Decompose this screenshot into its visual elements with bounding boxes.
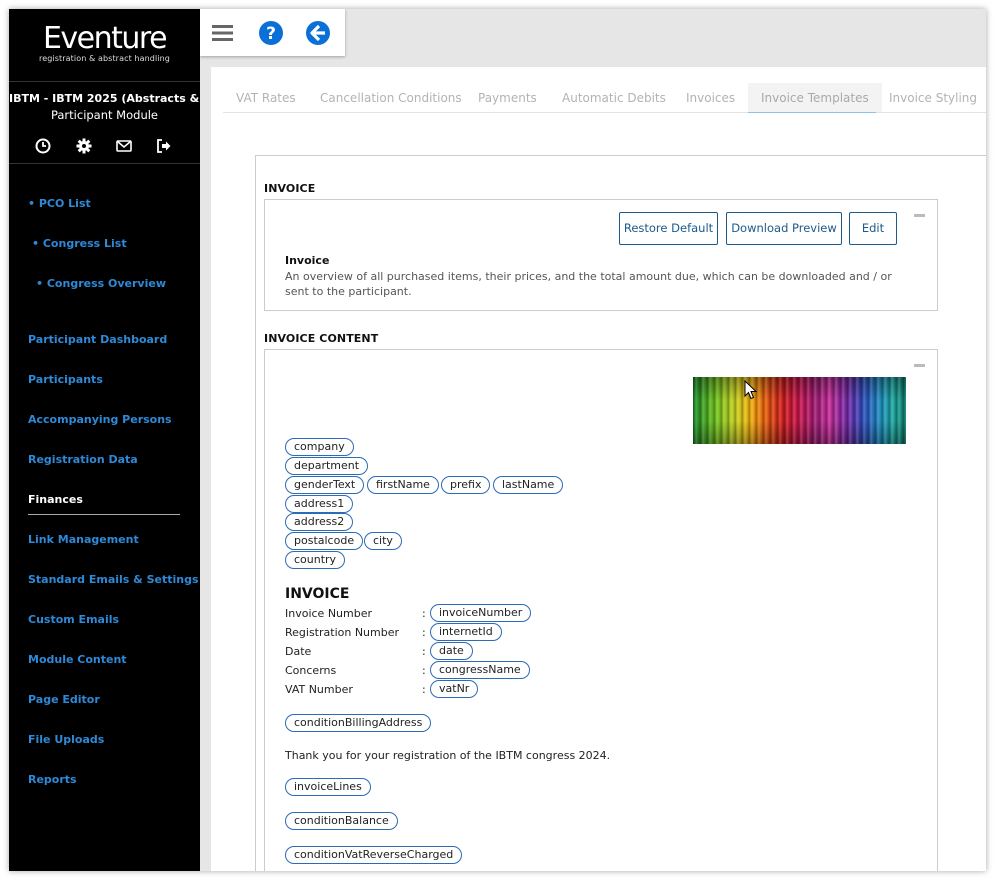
placeholder-tag-congressname[interactable]: congressName — [430, 661, 530, 679]
restore-default-button[interactable]: Restore Default — [619, 212, 718, 245]
placeholder-tag-firstname[interactable]: firstName — [367, 476, 439, 494]
field-colon: : — [422, 607, 426, 620]
logo: Eventure registration & abstract handlin… — [9, 23, 200, 63]
invoice-logo-image — [693, 377, 906, 444]
sidebar-item-registration-data[interactable]: Registration Data — [28, 453, 138, 466]
invoice-item-description: An overview of all purchased items, thei… — [285, 270, 892, 298]
section-title-invoice: INVOICE — [264, 182, 316, 195]
placeholder-tag-address2[interactable]: address2 — [285, 513, 354, 531]
sidebar-item-participants[interactable]: Participants — [28, 373, 103, 386]
invoice-content-box: company department genderText firstName … — [264, 349, 938, 871]
back-arrow-icon[interactable] — [304, 19, 332, 47]
sidebar-item-page-editor[interactable]: Page Editor — [28, 693, 100, 706]
placeholder-tag-invoicenumber[interactable]: invoiceNumber — [430, 604, 532, 622]
sidebar-link-congress-list[interactable]: • Congress List — [32, 237, 127, 250]
field-label-registration-number: Registration Number — [285, 626, 400, 639]
sidebar-item-custom-emails[interactable]: Custom Emails — [28, 613, 119, 626]
divider — [9, 81, 200, 82]
congress-name: IBTM - IBTM 2025 (Abstracts & Par... — [9, 92, 200, 105]
edit-button[interactable]: Edit — [849, 212, 897, 245]
tab-bar: VAT Rates Cancellation Conditions Paymen… — [223, 83, 986, 113]
sidebar-item-link-management[interactable]: Link Management — [28, 533, 139, 546]
placeholder-tag-vatnr[interactable]: vatNr — [430, 680, 479, 698]
tab-automatic-debits[interactable]: Automatic Debits — [549, 83, 679, 113]
thank-you-text: Thank you for your registration of the I… — [285, 749, 611, 762]
placeholder-tag-postalcode[interactable]: postalcode — [285, 532, 364, 550]
app-window: Eventure registration & abstract handlin… — [9, 9, 986, 871]
field-label-concerns: Concerns — [285, 664, 337, 677]
sidebar-item-participant-dashboard[interactable]: Participant Dashboard — [28, 333, 167, 346]
placeholder-tag-internetid[interactable]: internetId — [430, 623, 502, 641]
placeholder-tag-city[interactable]: city — [364, 532, 402, 550]
placeholder-tag-prefix[interactable]: prefix — [441, 476, 491, 494]
svg-text:?: ? — [266, 24, 276, 44]
placeholder-tag-country[interactable]: country — [285, 551, 346, 569]
sidebar-item-finances[interactable]: Finances — [28, 493, 83, 506]
placeholder-tag-date[interactable]: date — [430, 642, 473, 660]
field-label-date: Date — [285, 645, 312, 658]
sidebar: Eventure registration & abstract handlin… — [9, 9, 200, 871]
module-name: Participant Module — [50, 108, 159, 122]
mouse-cursor-icon — [744, 380, 758, 400]
tab-cancellation-conditions[interactable]: Cancellation Conditions — [307, 83, 475, 113]
sidebar-item-accompanying-persons[interactable]: Accompanying Persons — [28, 413, 172, 426]
top-toolbar: ? — [200, 9, 345, 56]
hamburger-menu-icon[interactable] — [209, 19, 237, 47]
help-icon[interactable]: ? — [257, 19, 285, 47]
collapse-icon[interactable] — [914, 364, 925, 367]
content-area: INVOICE Restore Default Download Preview… — [255, 155, 986, 871]
tab-invoice-templates[interactable]: Invoice Templates — [748, 83, 882, 113]
field-colon: : — [422, 664, 426, 677]
sidebar-item-standard-emails-settings[interactable]: Standard Emails & Settings — [28, 573, 199, 586]
placeholder-tag-lastname[interactable]: lastName — [493, 476, 564, 494]
section-title-invoice-content: INVOICE CONTENT — [264, 332, 379, 345]
placeholder-tag-invoice-lines[interactable]: invoiceLines — [285, 778, 371, 796]
placeholder-tag-department[interactable]: department — [285, 457, 369, 475]
main-panel: VAT Rates Cancellation Conditions Paymen… — [211, 67, 986, 871]
field-colon: : — [422, 645, 426, 658]
field-label-vat-number: VAT Number — [285, 683, 353, 696]
active-item-underline — [28, 514, 180, 515]
gear-icon[interactable] — [75, 137, 93, 155]
tab-payments[interactable]: Payments — [465, 83, 550, 113]
field-colon: : — [422, 683, 426, 696]
placeholder-tag-address1[interactable]: address1 — [285, 495, 354, 513]
placeholder-tag-condition-vat-reverse-charged[interactable]: conditionVatReverseCharged — [285, 846, 463, 864]
sidebar-item-file-uploads[interactable]: File Uploads — [28, 733, 104, 746]
logout-icon[interactable] — [155, 137, 173, 155]
envelope-icon[interactable] — [115, 137, 133, 155]
placeholder-tag-condition-balance[interactable]: conditionBalance — [285, 812, 398, 830]
sidebar-link-pco-list[interactable]: • PCO List — [28, 197, 91, 210]
tab-invoice-styling[interactable]: Invoice Styling — [876, 83, 986, 113]
sidebar-item-module-content[interactable]: Module Content — [28, 653, 127, 666]
download-preview-button[interactable]: Download Preview — [726, 212, 842, 245]
field-label-invoice-number: Invoice Number — [285, 607, 373, 620]
sidebar-item-reports[interactable]: Reports — [28, 773, 77, 786]
invoice-heading: INVOICE — [285, 586, 350, 602]
placeholder-tag-company[interactable]: company — [285, 438, 354, 456]
sidebar-icon-bar — [9, 137, 200, 157]
tab-vat-rates[interactable]: VAT Rates — [223, 83, 309, 113]
sidebar-link-congress-overview[interactable]: • Congress Overview — [36, 277, 166, 290]
clock-icon[interactable] — [34, 137, 52, 155]
field-colon: : — [422, 626, 426, 639]
collapse-icon[interactable] — [914, 214, 925, 217]
placeholder-tag-condition-billing-address[interactable]: conditionBillingAddress — [285, 714, 432, 732]
logo-tagline: registration & abstract handling — [39, 54, 170, 63]
logo-text: Eventure — [42, 21, 168, 56]
tab-invoices[interactable]: Invoices — [673, 83, 749, 113]
placeholder-tag-gendertext[interactable]: genderText — [285, 476, 365, 494]
invoice-item-title: Invoice — [285, 254, 330, 267]
invoice-template-box: Restore Default Download Preview Edit In… — [264, 199, 938, 311]
divider — [9, 163, 200, 164]
